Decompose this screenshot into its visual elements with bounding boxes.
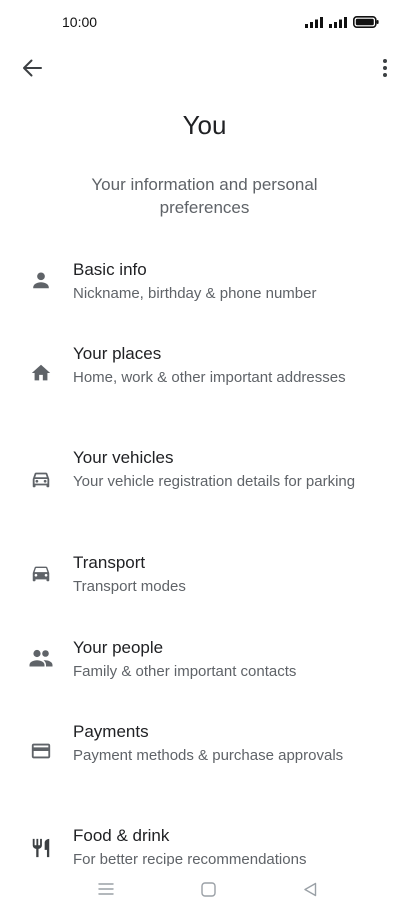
car-icon <box>28 560 54 586</box>
top-app-bar <box>0 46 409 90</box>
restaurant-icon <box>28 835 54 861</box>
menu-item-your-vehicles[interactable]: Your vehicles Your vehicle registration … <box>0 447 409 527</box>
menu-item-label: Your places <box>73 344 162 363</box>
menu-item-transport[interactable]: Transport Transport modes <box>0 552 409 612</box>
menu-item-label: Payments <box>73 722 149 741</box>
battery-icon <box>353 16 379 28</box>
menu-item-basic-info[interactable]: Basic info Nickname, birthday & phone nu… <box>0 259 409 319</box>
back-button[interactable] <box>18 56 46 80</box>
menu-item-payments[interactable]: Payments Payment methods & purchase appr… <box>0 721 409 801</box>
credit-card-icon <box>28 738 54 764</box>
menu-item-your-places[interactable]: Your places Home, work & other important… <box>0 343 409 423</box>
home-nav-button[interactable] <box>196 878 220 900</box>
signal-icon-2 <box>329 17 347 28</box>
more-vert-icon <box>383 59 387 77</box>
status-bar: 10:00 <box>0 0 409 46</box>
menu-item-description: Nickname, birthday & phone number <box>73 285 317 302</box>
square-icon <box>200 881 216 897</box>
menu-item-description: Transport modes <box>73 578 186 595</box>
system-navigation-bar <box>0 872 409 906</box>
menu-lines-icon <box>98 883 114 895</box>
menu-item-label: Food & drink <box>73 826 170 845</box>
menu-item-label: Basic info <box>73 260 147 279</box>
status-icons <box>305 14 379 28</box>
arrow-back-icon <box>23 59 42 77</box>
signal-icon <box>305 17 323 28</box>
menu-item-description: Family & other important contacts <box>73 663 297 680</box>
menu-item-label: Transport <box>73 553 146 572</box>
car-outline-icon <box>28 466 54 492</box>
menu-item-label: Your vehicles <box>73 448 174 467</box>
more-options-button[interactable] <box>377 56 393 80</box>
page-title: You <box>182 110 227 140</box>
menu-item-description: Your vehicle registration details for pa… <box>73 473 356 490</box>
menu-item-description: Payment methods & purchase approvals <box>73 747 344 764</box>
triangle-back-icon <box>304 882 317 896</box>
page-subtitle: Your information and personal preference… <box>91 175 318 217</box>
menu-item-your-people[interactable]: Your people Family & other important con… <box>0 637 409 697</box>
home-icon <box>28 360 54 386</box>
people-icon <box>28 645 54 671</box>
recents-button[interactable] <box>94 878 118 900</box>
menu-item-label: Your people <box>73 638 164 657</box>
status-time: 10:00 <box>62 14 98 30</box>
person-icon <box>28 267 54 293</box>
menu-item-description: Home, work & other important addresses <box>73 369 346 386</box>
back-nav-button[interactable] <box>298 878 322 900</box>
